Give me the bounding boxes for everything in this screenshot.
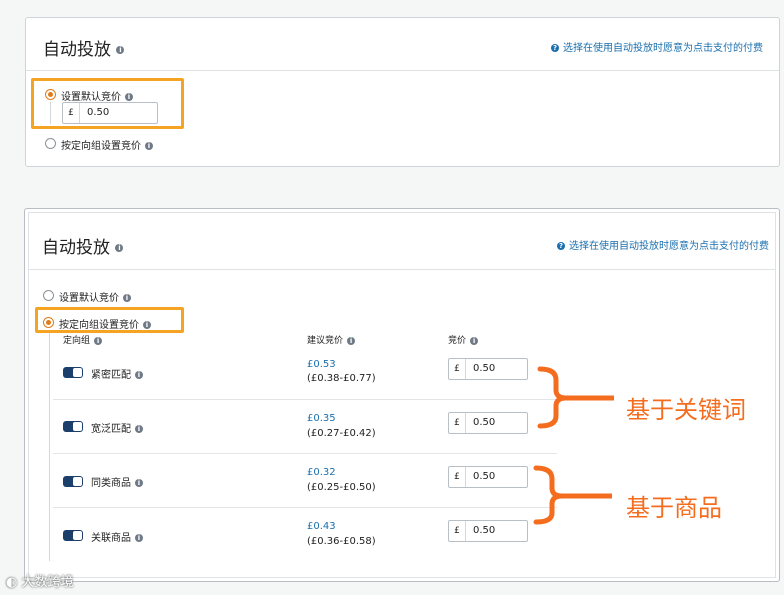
watermark: ◐ 大数跨境 bbox=[6, 575, 74, 590]
watermark-logo-icon: ◐ bbox=[6, 575, 18, 590]
product-bracket bbox=[533, 465, 563, 525]
keyword-bracket bbox=[537, 366, 567, 429]
annotation-product-label: 基于商品 bbox=[626, 494, 722, 522]
annotation-keyword-label: 基于关键词 bbox=[626, 396, 746, 424]
